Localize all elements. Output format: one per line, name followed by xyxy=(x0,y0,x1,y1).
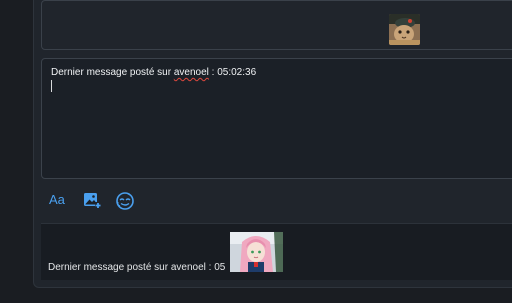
preview-text-main: Dernier message posté sur avenoel : 05 xyxy=(48,262,226,273)
message-editor[interactable]: Dernier message posté sur avenoel : 05:0… xyxy=(41,58,512,179)
editor-text-prefix: Dernier message posté sur xyxy=(51,67,174,78)
previous-post-box xyxy=(41,0,512,50)
cat-avatar-icon[interactable] xyxy=(389,14,420,45)
editor-content[interactable]: Dernier message posté sur avenoel : 05:0… xyxy=(51,67,256,78)
anime-character-sticker-icon xyxy=(230,232,283,272)
editor-text-suffix: : 05:02:36 xyxy=(208,67,257,78)
text-format-button[interactable]: Aa xyxy=(49,192,65,207)
message-preview: Dernier message posté sur avenoel : 0536 xyxy=(41,223,512,280)
add-image-icon[interactable] xyxy=(83,191,101,209)
text-caret xyxy=(51,80,52,92)
editor-text-site: avenoel xyxy=(173,67,209,78)
sticker-icon[interactable] xyxy=(115,191,135,211)
